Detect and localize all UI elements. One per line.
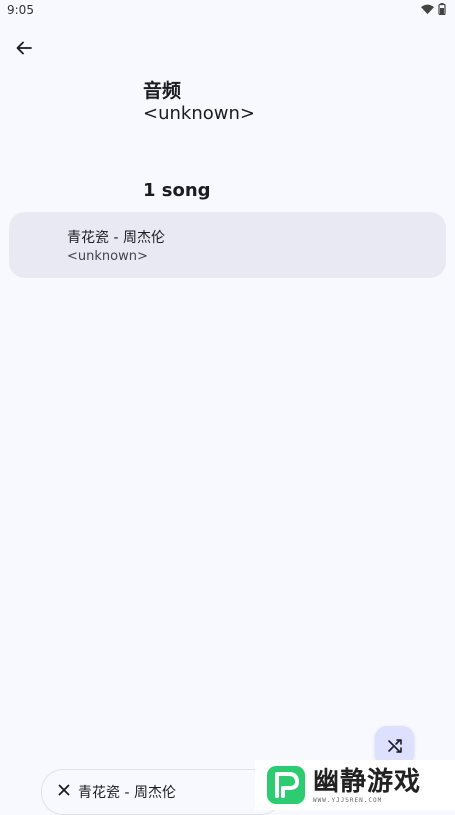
album-artist: <unknown> (143, 103, 255, 124)
watermark-text: 幽静游戏 WWW.YJJSREN.COM (313, 767, 421, 804)
watermark-url: WWW.YJJSREN.COM (313, 796, 383, 804)
song-count: 1 song (143, 180, 211, 201)
mini-player-title: 青花瓷 - 周杰伦 (78, 785, 176, 801)
wifi-icon (421, 4, 434, 14)
watermark-name: 幽静游戏 (313, 766, 422, 797)
album-title: 音频 (143, 80, 182, 102)
arrow-back-icon (16, 41, 32, 55)
status-bar: 9:05 (0, 0, 455, 20)
status-time: 9:05 (7, 3, 34, 17)
song-title: 青花瓷 - 周杰伦 (67, 230, 165, 246)
mini-player[interactable]: 青花瓷 - 周杰伦 (41, 769, 283, 815)
watermark: 幽静游戏 WWW.YJJSREN.COM (255, 760, 455, 810)
song-artist: <unknown> (67, 249, 148, 264)
watermark-logo-icon (267, 766, 305, 804)
close-button[interactable] (56, 782, 72, 798)
back-button[interactable] (10, 34, 38, 62)
close-icon (58, 784, 70, 796)
song-list-item[interactable]: 青花瓷 - 周杰伦 <unknown> (9, 212, 446, 278)
battery-icon (438, 3, 446, 15)
shuffle-icon (387, 738, 402, 753)
status-icons (421, 3, 446, 15)
